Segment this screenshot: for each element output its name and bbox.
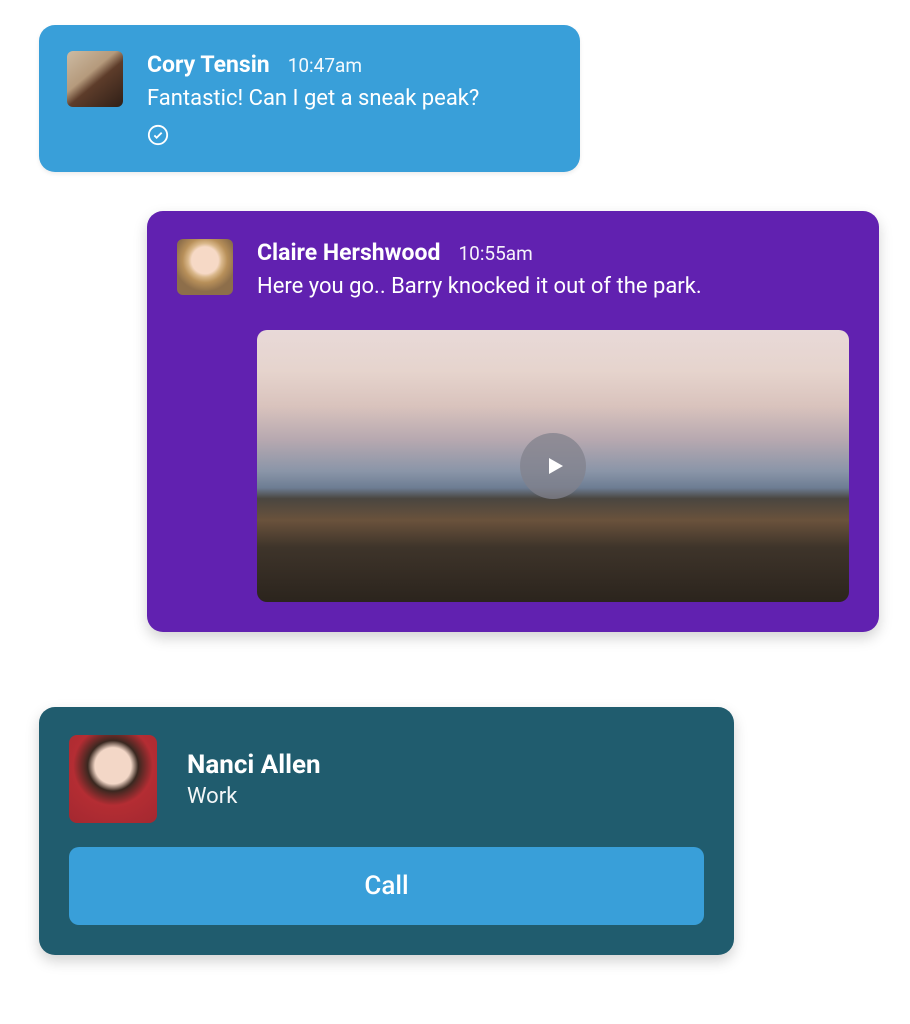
message-text: Here you go.. Barry knocked it out of th… xyxy=(257,272,849,302)
avatar[interactable] xyxy=(69,735,157,823)
contact-row: Nanci Allen Work xyxy=(69,735,704,823)
contact-card: Nanci Allen Work Call xyxy=(39,707,734,955)
message-text: Fantastic! Can I get a sneak peak? xyxy=(147,84,552,114)
timestamp: 10:47am xyxy=(288,54,362,77)
message-body: Claire Hershwood 10:55am Here you go.. B… xyxy=(257,239,849,312)
video-attachment[interactable] xyxy=(257,330,849,602)
message-body: Cory Tensin 10:47am Fantastic! Can I get… xyxy=(147,51,552,150)
timestamp: 10:55am xyxy=(458,242,532,265)
play-icon[interactable] xyxy=(520,433,586,499)
sender-name: Cory Tensin xyxy=(147,51,270,78)
call-button[interactable]: Call xyxy=(69,847,704,925)
contact-info: Nanci Allen Work xyxy=(187,750,321,809)
avatar[interactable] xyxy=(67,51,123,107)
contact-subtitle: Work xyxy=(187,784,321,809)
message-header: Cory Tensin 10:47am xyxy=(147,51,552,78)
delivered-check-icon xyxy=(147,124,169,146)
message-card-claire: Claire Hershwood 10:55am Here you go.. B… xyxy=(147,211,879,632)
sender-name: Claire Hershwood xyxy=(257,239,440,266)
contact-name: Nanci Allen xyxy=(187,750,321,780)
message-card-cory: Cory Tensin 10:47am Fantastic! Can I get… xyxy=(39,25,580,172)
message-header: Claire Hershwood 10:55am xyxy=(257,239,849,266)
avatar[interactable] xyxy=(177,239,233,295)
